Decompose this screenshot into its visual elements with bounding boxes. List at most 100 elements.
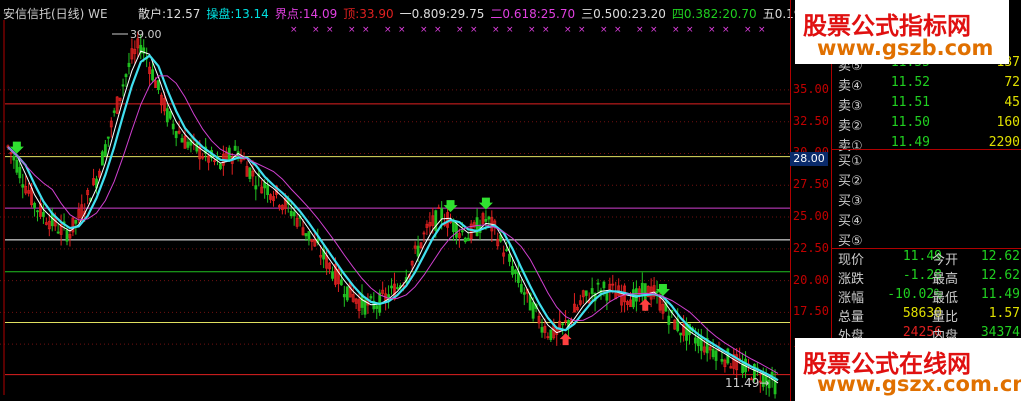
y-axis-tick-label: 25.00 xyxy=(792,209,829,224)
candle-down xyxy=(634,288,638,302)
ask-volume: 2290 xyxy=(988,135,1020,150)
ask-label: 卖③ xyxy=(838,99,863,114)
ask-volume: 72 xyxy=(1004,75,1020,90)
ask-row[interactable]: 卖② 11.50 160 xyxy=(832,115,1021,135)
candle-down xyxy=(331,272,334,279)
candle-down xyxy=(21,184,25,188)
candle-down xyxy=(124,74,128,78)
stat-label: 量比 xyxy=(932,310,959,325)
stat-value: 11.49 xyxy=(980,287,1020,302)
bid-label: 买⑤ xyxy=(838,234,863,249)
latest-close-label: 11.49→ xyxy=(725,376,769,390)
ask-volume: 160 xyxy=(996,115,1020,130)
signal-mark: × xyxy=(708,25,716,35)
bid-label: 买④ xyxy=(838,214,863,229)
candle-down xyxy=(416,245,420,257)
candle-down xyxy=(602,281,606,289)
candle-down xyxy=(168,111,172,119)
legend-item: 界点:14.09 xyxy=(274,7,338,21)
watermark-bottom-url: www.gszx.com.cn xyxy=(817,372,1021,396)
signal-mark: × xyxy=(542,25,550,35)
candle-down xyxy=(36,210,39,213)
bid-row[interactable]: 买① xyxy=(832,150,1021,170)
ask-price: 11.49 xyxy=(890,135,930,150)
candle-down xyxy=(508,253,511,262)
stat-row[interactable]: 总量 58630 量比 1.57 xyxy=(832,306,1021,326)
signal-mark: × xyxy=(348,25,356,35)
legend-item: 一0.809:29.75 xyxy=(399,7,485,21)
bid-row[interactable]: 买② xyxy=(832,170,1021,190)
signal-mark: × xyxy=(722,25,730,35)
candle-down xyxy=(171,123,175,130)
candle-down xyxy=(254,185,258,190)
signal-mark: × xyxy=(528,25,536,35)
ask-volume: 45 xyxy=(1004,95,1020,110)
candle-down xyxy=(12,155,16,161)
candle-down xyxy=(714,350,718,361)
kline-canvas[interactable]: × × × × × × × × × × × × × × × × × × × × × × × × × × × 39.00 xyxy=(0,0,790,401)
signal-mark: × xyxy=(672,25,680,35)
candle-down xyxy=(307,231,311,241)
candle-down xyxy=(15,160,19,173)
stat-row[interactable]: 涨跌 -1.28 最高 12.62 xyxy=(832,268,1021,288)
kline-chart[interactable]: × × × × × × × × × × × × × × × × × × × × × × × × × × × 39.00 安信信托(日线… xyxy=(0,0,832,401)
legend-item: 四0.382:20.70 xyxy=(671,7,757,21)
signal-mark: × xyxy=(362,25,370,35)
candle-down xyxy=(561,323,565,326)
ask-row[interactable]: 卖③ 11.51 45 xyxy=(832,95,1021,115)
signal-mark: × xyxy=(312,25,320,35)
signal-mark: × xyxy=(506,25,514,35)
ask-row[interactable]: 卖④ 11.52 72 xyxy=(832,75,1021,95)
candle-down xyxy=(233,145,237,151)
indicator-legend: 散户:12.57 操盘:13.14 界点:14.09 顶:33.90 一0.809:29… xyxy=(138,5,838,22)
y-axis-tick-label: 27.50 xyxy=(792,177,829,192)
candle-down xyxy=(304,233,308,237)
candle-down xyxy=(289,210,293,217)
candle-down xyxy=(584,290,588,296)
signal-mark: × xyxy=(564,25,572,35)
candle-down xyxy=(655,290,659,294)
y-axis-tick-label: 32.50 xyxy=(792,113,829,128)
candle-down xyxy=(460,230,464,233)
bid-label: 买② xyxy=(838,174,863,189)
candle-down xyxy=(101,151,104,166)
y-axis-tick-label: 35.00 xyxy=(792,81,829,96)
signal-mark: × xyxy=(326,25,334,35)
arrow-right-icon: → xyxy=(759,376,770,390)
legend-item: 操盘:13.14 xyxy=(206,7,269,21)
candle-down xyxy=(121,84,125,87)
candle-down xyxy=(127,62,131,68)
signal-mark: × xyxy=(686,25,694,35)
stat-label: 涨跌 xyxy=(838,272,865,287)
y-axis-tick-label: 22.50 xyxy=(792,240,829,255)
latest-close-value: 11.49 xyxy=(725,376,760,390)
bid-row[interactable]: 买⑤ xyxy=(832,230,1021,250)
stat-row[interactable]: 现价 11.49 今开 12.62 xyxy=(832,249,1021,269)
candle-down xyxy=(263,182,267,189)
candle-down xyxy=(339,279,343,286)
buy-arrow-icon xyxy=(639,298,652,311)
candle-down xyxy=(540,327,544,333)
candle-down xyxy=(396,287,399,289)
signal-mark: × xyxy=(398,25,406,35)
bid-row[interactable]: 买③ xyxy=(832,190,1021,210)
watermark-top: 股票公式指标网 www.gszb.com xyxy=(795,0,1009,64)
bid-row[interactable]: 买④ xyxy=(832,210,1021,230)
candle-down xyxy=(345,286,349,301)
y-axis-tick-label: 17.50 xyxy=(792,304,829,319)
signal-mark: × xyxy=(744,25,752,35)
stat-label: 最低 xyxy=(932,291,959,306)
ma-magenta-line xyxy=(7,75,779,374)
candle-down xyxy=(475,217,479,237)
candle-down xyxy=(466,237,470,242)
signal-mark: × xyxy=(470,25,478,35)
signal-mark: × xyxy=(600,25,608,35)
stat-row[interactable]: 涨幅 -10.02% 最低 11.49 xyxy=(832,287,1021,307)
ask-price: 11.51 xyxy=(890,95,930,110)
candle-down xyxy=(455,223,458,238)
signal-mark: × xyxy=(636,25,644,35)
stat-label: 涨幅 xyxy=(838,291,865,306)
bid-label: 买① xyxy=(838,154,863,169)
stat-value: 12.62 xyxy=(980,268,1020,283)
chart-title: 安信信托(日线) WE xyxy=(3,7,108,21)
